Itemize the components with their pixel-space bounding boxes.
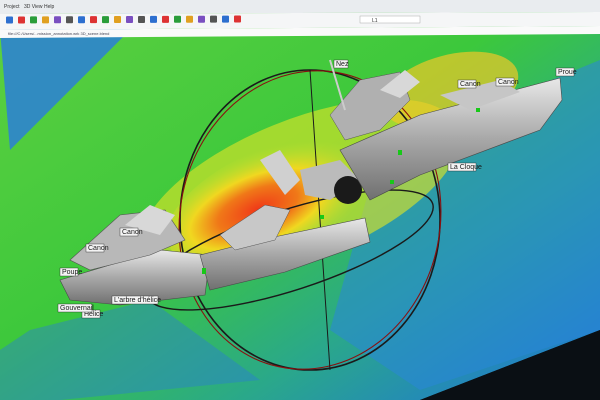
help-icon[interactable]	[210, 15, 217, 23]
label-canon-left[interactable]: Canon	[85, 243, 109, 253]
cube-icon[interactable]	[126, 16, 133, 23]
grid-icon[interactable]	[150, 15, 157, 23]
save-icon[interactable]	[30, 16, 37, 24]
svg-text:Gouvernail: Gouvernail	[60, 305, 94, 312]
svg-text:L'arbre d'hélice: L'arbre d'hélice	[114, 297, 161, 304]
svg-text:Canon: Canon	[498, 79, 519, 86]
app-titlebar: Project 3D View Help	[0, 0, 600, 14]
svg-text:La Cloque: La Cloque	[450, 164, 482, 171]
open-icon[interactable]	[18, 16, 25, 24]
svg-text:Canon: Canon	[122, 229, 143, 236]
camera-icon[interactable]	[162, 15, 169, 23]
screen	[0, 0, 600, 400]
status-field-text: L1	[372, 18, 378, 24]
label-proue[interactable]: Proue	[555, 67, 577, 77]
menu-help[interactable]: Help	[44, 4, 55, 10]
settings-icon[interactable]	[198, 15, 205, 23]
label-arbre[interactable]: L'arbre d'hélice	[111, 295, 161, 305]
scene-svg: Project 3D View Help L1 file:///C:/Users…	[0, 0, 600, 400]
label-canon-top-right[interactable]: Canon	[457, 79, 481, 89]
label-gouvernail[interactable]: Gouvernail	[57, 303, 94, 313]
render-icon[interactable]	[186, 15, 193, 23]
file-path: file:///C:/Users/...mission_annotation.w…	[8, 31, 109, 36]
label-poupe[interactable]: Poupe	[59, 267, 82, 277]
svg-text:Proue: Proue	[558, 69, 577, 76]
undo-icon[interactable]	[42, 16, 49, 24]
copy-icon[interactable]	[90, 16, 97, 24]
delete-icon[interactable]	[78, 16, 85, 24]
layer-icon[interactable]	[138, 15, 145, 23]
svg-text:Poupe: Poupe	[62, 269, 82, 276]
label-nez[interactable]: Nez	[333, 59, 349, 69]
info-icon[interactable]	[222, 15, 229, 23]
menu-project[interactable]: Project	[4, 4, 20, 10]
svg-text:Canon: Canon	[88, 245, 109, 252]
light-icon[interactable]	[174, 15, 181, 23]
new-icon[interactable]	[6, 16, 13, 24]
redo-icon[interactable]	[54, 16, 61, 24]
label-canon-right[interactable]: Canon	[495, 77, 519, 87]
cut-icon[interactable]	[66, 16, 73, 24]
svg-text:Canon: Canon	[460, 81, 481, 88]
svg-text:Nez: Nez	[336, 61, 349, 68]
label-canon-mid[interactable]: Canon	[119, 227, 143, 237]
menu-3d-view[interactable]: 3D View	[24, 4, 43, 10]
status-field[interactable]	[359, 15, 421, 24]
measure-icon[interactable]	[114, 16, 121, 24]
close-icon[interactable]	[234, 15, 241, 23]
pointer-icon[interactable]	[102, 16, 109, 24]
label-la-cloque[interactable]: La Cloque	[447, 162, 482, 172]
monitor-photo: Project 3D View Help L1 file:///C:/Users…	[0, 0, 600, 400]
